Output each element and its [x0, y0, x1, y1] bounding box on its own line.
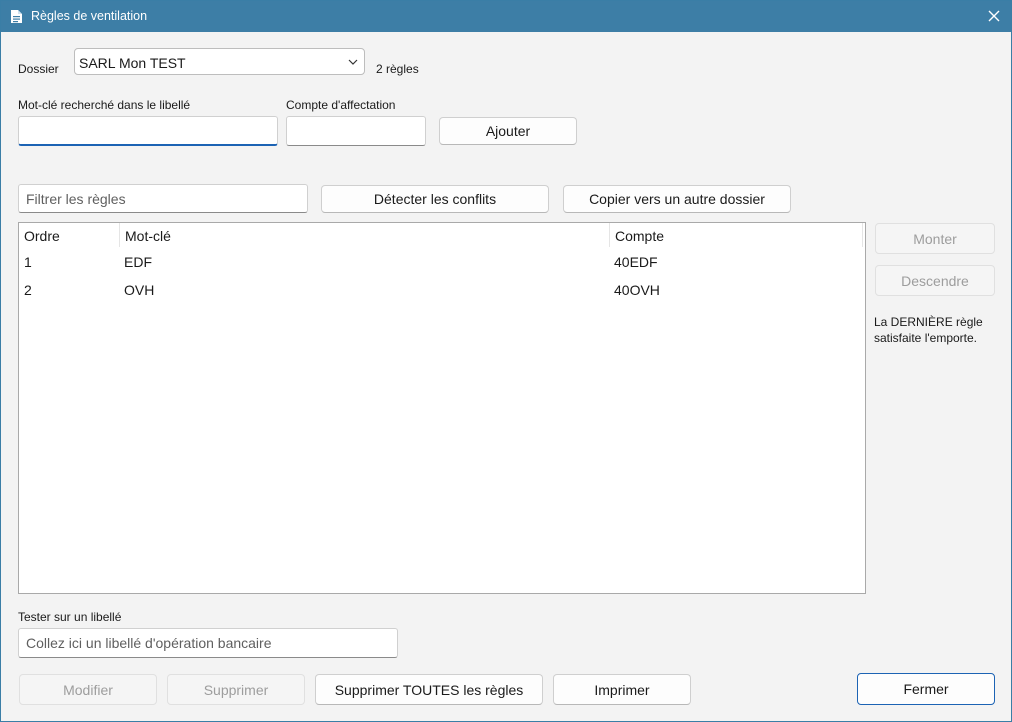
test-label: Tester sur un libellé: [18, 610, 122, 624]
move-down-button[interactable]: Descendre: [875, 265, 995, 296]
rule-count: 2 règles: [376, 62, 419, 76]
move-up-button[interactable]: Monter: [875, 223, 995, 254]
dossier-selected-value: SARL Mon TEST: [79, 55, 186, 71]
copy-to-dossier-button[interactable]: Copier vers un autre dossier: [563, 185, 791, 213]
column-divider[interactable]: [862, 223, 863, 247]
close-icon[interactable]: [985, 7, 1003, 25]
rules-dialog: Règles de ventilation Dossier SARL Mon T…: [0, 0, 1012, 722]
column-divider[interactable]: [119, 223, 120, 247]
cell-account: 40EDF: [614, 254, 658, 270]
rules-table[interactable]: Ordre Mot-clé Compte 1 EDF 40EDF 2 OVH 4…: [18, 222, 866, 594]
note-line: satisfaite l'emporte.: [874, 331, 978, 345]
column-header-keyword[interactable]: Mot-clé: [125, 228, 171, 244]
column-divider[interactable]: [609, 223, 610, 247]
cell-keyword: EDF: [124, 254, 152, 270]
title-bar: Règles de ventilation: [1, 1, 1011, 32]
close-button[interactable]: Fermer: [857, 673, 995, 705]
keyword-input[interactable]: [18, 116, 278, 146]
rule-priority-note: La DERNIÈRE règle satisfaite l'emporte.: [874, 314, 983, 346]
chevron-down-icon: [348, 59, 358, 65]
keyword-label: Mot-clé recherché dans le libellé: [18, 98, 191, 112]
cell-keyword: OVH: [124, 282, 155, 298]
dossier-select[interactable]: SARL Mon TEST: [74, 48, 365, 75]
table-header: Ordre Mot-clé Compte: [19, 223, 865, 248]
column-header-account[interactable]: Compte: [615, 228, 664, 244]
table-row[interactable]: 2 OVH 40OVH: [19, 282, 865, 310]
account-label: Compte d'affectation: [286, 98, 396, 112]
modify-button[interactable]: Modifier: [19, 674, 157, 705]
window-title: Règles de ventilation: [31, 9, 148, 23]
note-line: La DERNIÈRE règle: [874, 315, 983, 329]
filter-input[interactable]: [18, 184, 308, 213]
account-input[interactable]: [286, 116, 426, 146]
add-button[interactable]: Ajouter: [439, 117, 577, 145]
cell-order: 2: [24, 282, 32, 298]
column-header-order[interactable]: Ordre: [24, 228, 60, 244]
table-row[interactable]: 1 EDF 40EDF: [19, 254, 865, 282]
delete-all-button[interactable]: Supprimer TOUTES les règles: [315, 674, 543, 705]
cell-order: 1: [24, 254, 32, 270]
print-button[interactable]: Imprimer: [553, 674, 691, 705]
detect-conflicts-button[interactable]: Détecter les conflits: [321, 185, 549, 213]
delete-button[interactable]: Supprimer: [167, 674, 305, 705]
test-libelle-input[interactable]: [18, 628, 398, 658]
dossier-label: Dossier: [18, 62, 59, 76]
cell-account: 40OVH: [614, 282, 660, 298]
document-icon: [11, 10, 22, 23]
